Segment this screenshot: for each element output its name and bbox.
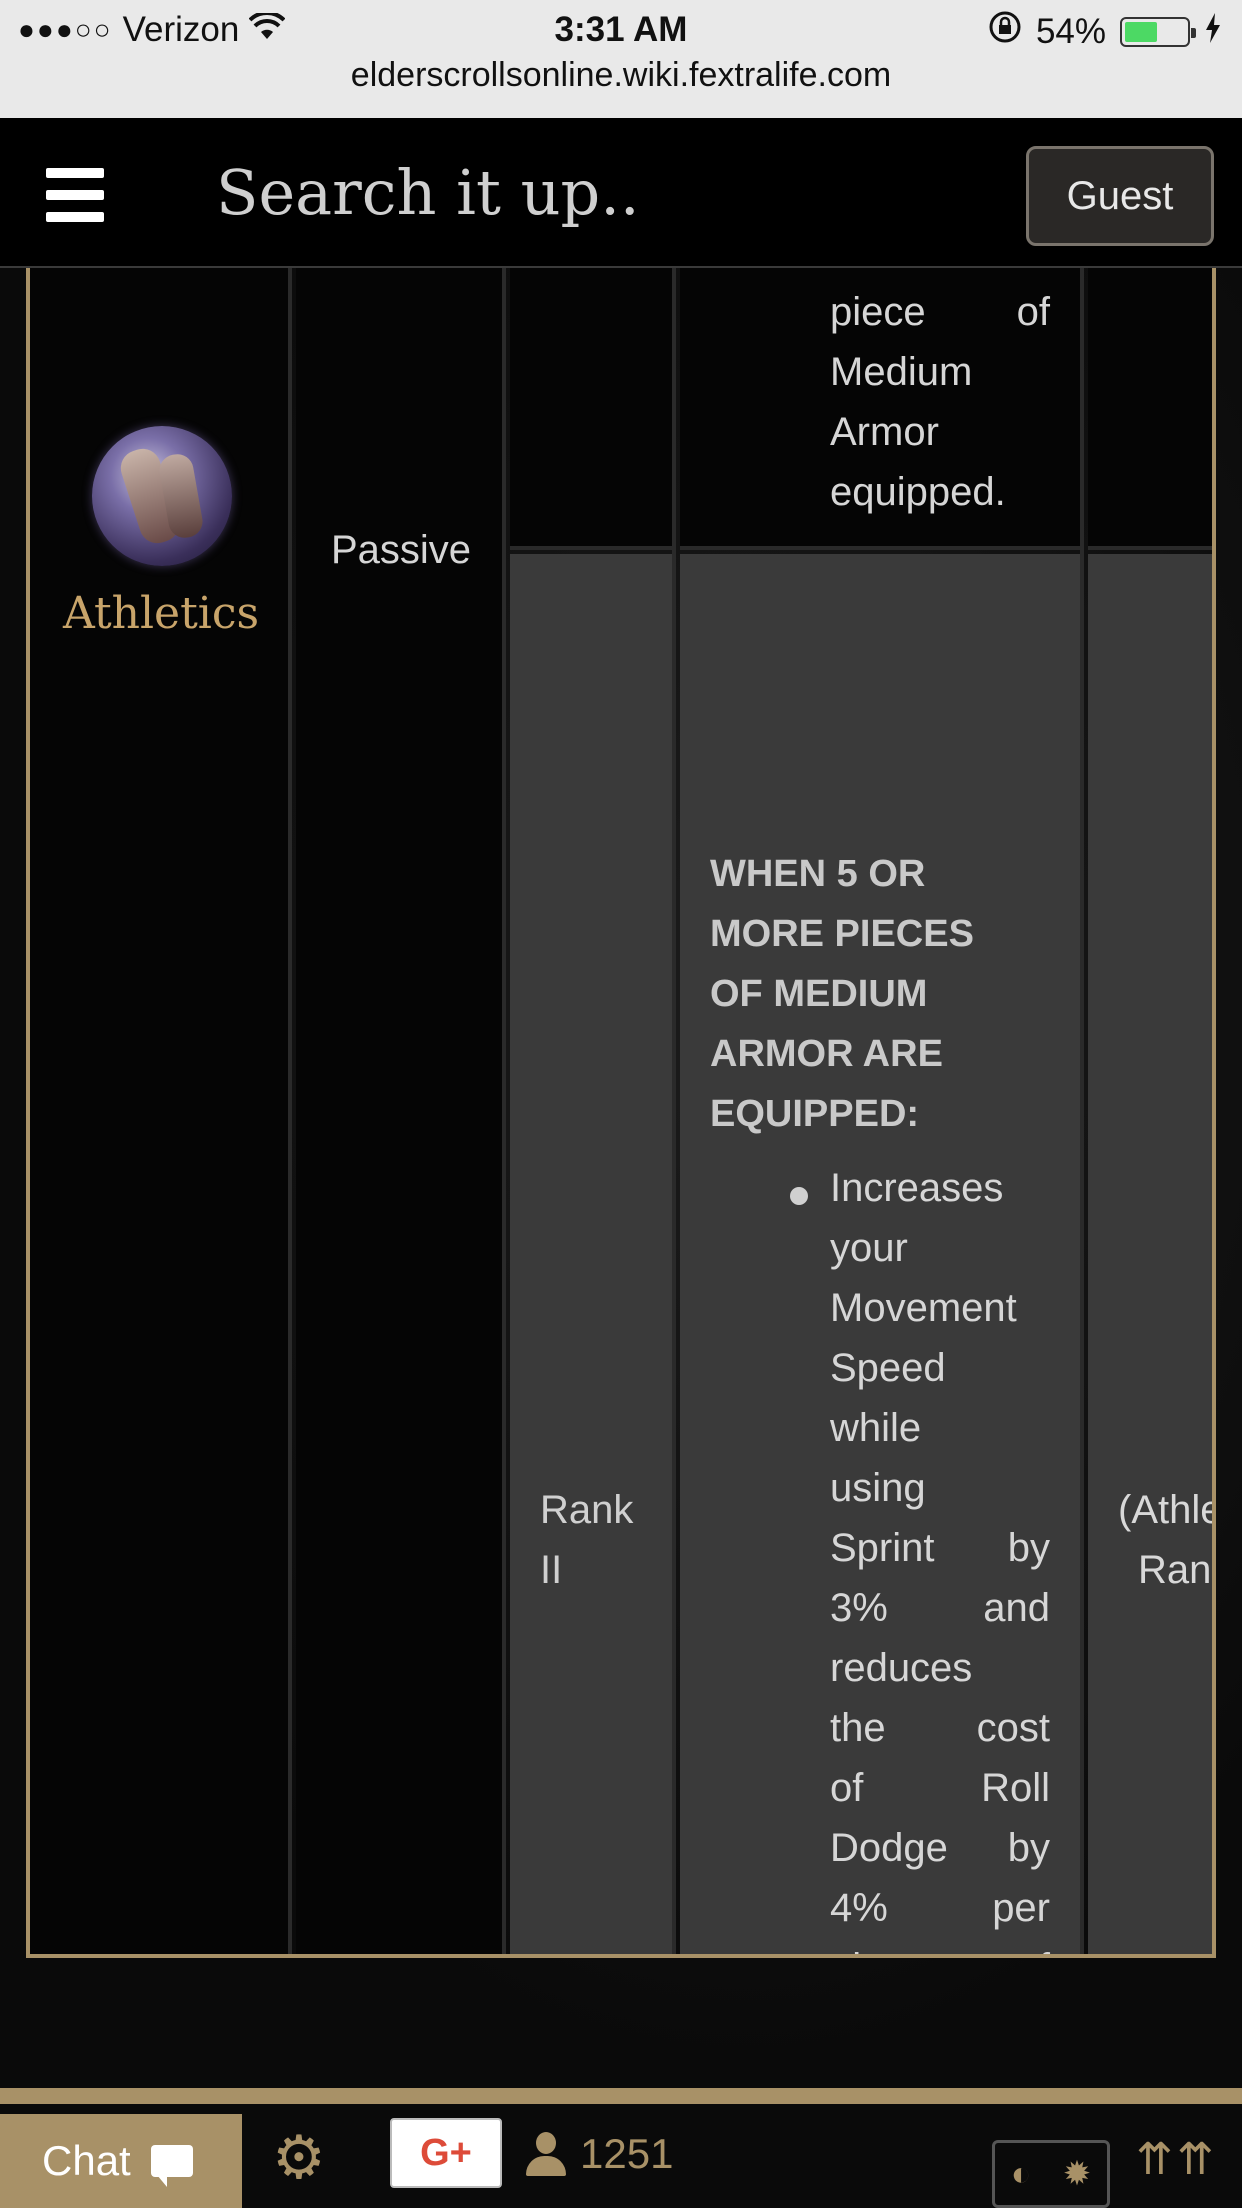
bullet-word: and xyxy=(983,1586,1050,1630)
bullet-line: reduces xyxy=(830,1638,1050,1698)
hamburger-menu-icon[interactable] xyxy=(46,168,104,222)
bullet-word: Sprint xyxy=(830,1526,935,1570)
online-users: 1251 xyxy=(526,2130,673,2178)
bullet-word: cost xyxy=(976,1706,1050,1750)
bullet-line: your xyxy=(830,1218,1050,1278)
site-header: Search it up.. Guest xyxy=(0,118,1242,268)
bullet-line: 4% per xyxy=(830,1878,1050,1938)
rotation-lock-icon xyxy=(988,10,1022,53)
heading-line: EQUIPPED: xyxy=(710,1093,920,1135)
chat-button[interactable]: Chat xyxy=(0,2114,242,2208)
requirement-line: (Athlet xyxy=(1118,1488,1212,1532)
bullet-word: reduces xyxy=(830,1646,973,1690)
bullet-word: Increases xyxy=(830,1166,1004,1210)
heading-line: MORE PIECES xyxy=(710,913,974,955)
description-heading: WHEN 5 OR MORE PIECES OF MEDIUM ARMOR AR… xyxy=(710,844,1040,1144)
skill-column: Athletics xyxy=(30,268,292,1954)
rank-column: Rank II xyxy=(510,268,676,1954)
bullet-word: 3% xyxy=(830,1586,888,1630)
description-cell-current: WHEN 5 OR MORE PIECES OF MEDIUM ARMOR AR… xyxy=(680,554,1080,1954)
heading-line: WHEN 5 OR xyxy=(710,853,926,895)
bullet-word: using xyxy=(830,1466,926,1510)
chat-bubble-icon xyxy=(150,2145,193,2187)
bullet-word: while xyxy=(830,1406,922,1450)
bullet-line: using xyxy=(830,1458,1050,1518)
bullet-word: by xyxy=(1007,1826,1050,1870)
rank-label: Rank II xyxy=(540,1480,633,1600)
bullet-line: of Roll xyxy=(830,1758,1050,1818)
heading-line: ARMOR ARE xyxy=(710,1033,943,1075)
scroll-to-top-icon[interactable]: ⇈⇈ xyxy=(1136,2134,1218,2185)
bullet-word: of xyxy=(830,1766,864,1810)
bullet-line: Increases xyxy=(830,1158,1050,1218)
bullet-word: of xyxy=(1017,1938,1050,1954)
bullet-line: Movement xyxy=(830,1278,1050,1338)
requirement-column: (Athlet Rank xyxy=(1088,268,1212,1954)
theme-toggle[interactable]: ◐ ✹ xyxy=(992,2140,1110,2208)
bullet-word: Roll xyxy=(981,1766,1050,1810)
bullet-word: Movement xyxy=(830,1286,1017,1330)
rank-label-line: Rank xyxy=(540,1488,634,1532)
gear-icon[interactable]: ⚙ xyxy=(272,2128,326,2188)
sun-icon[interactable]: ✹ xyxy=(1063,2154,1092,2194)
previous-rank-description: piece of Medium Armor equipped. xyxy=(830,282,1050,522)
chat-label: Chat xyxy=(42,2137,131,2184)
bullet-word: by xyxy=(1007,1526,1050,1570)
description-cell-previous: piece of Medium Armor equipped. xyxy=(680,268,1080,550)
bullet-word: Dodge xyxy=(830,1826,948,1870)
address-bar-url[interactable]: elderscrollsonline.wiki.fextralife.com xyxy=(0,56,1242,95)
desc-word: Armor xyxy=(830,410,939,454)
heading-line: OF MEDIUM xyxy=(710,973,928,1015)
bullet-line: while xyxy=(830,1398,1050,1458)
rank-cell-previous xyxy=(510,268,672,550)
battery-level-fill xyxy=(1125,21,1157,42)
bullet-word: the xyxy=(830,1706,886,1750)
bullet-line: 3% and xyxy=(830,1578,1050,1638)
bullet-word: piece xyxy=(830,1938,926,1954)
desc-word: piece xyxy=(830,290,926,334)
battery-cap xyxy=(1191,27,1196,38)
user-count: 1251 xyxy=(580,2130,674,2177)
desc-word: equipped. xyxy=(830,470,1006,514)
bullet-icon xyxy=(790,1187,808,1205)
battery-icon xyxy=(1120,16,1196,47)
ios-status-bar: ●●●○○ Verizon 3:31 AM 54% elderscrollson… xyxy=(0,0,1242,118)
bullet-description: Increases your Movement Speed while using Spri… xyxy=(830,1158,1050,1954)
skill-table: Athletics Passive Rank II piece of Medium… xyxy=(26,268,1216,1958)
status-row: ●●●○○ Verizon 3:31 AM 54% xyxy=(0,0,1242,62)
bullet-line: Dodge by xyxy=(830,1818,1050,1878)
bottom-divider xyxy=(0,2088,1242,2104)
desc-word: Medium xyxy=(830,350,973,394)
skill-type: Passive xyxy=(330,528,472,572)
bullet-line: the cost xyxy=(830,1698,1050,1758)
bullet-word: Speed xyxy=(830,1346,946,1390)
status-right: 54% xyxy=(988,10,1222,53)
requirement-cell-previous xyxy=(1088,268,1212,550)
battery-percent: 54% xyxy=(1035,11,1106,51)
description-column: piece of Medium Armor equipped. WHEN 5 OR… xyxy=(680,268,1084,1954)
bullet-line: piece of xyxy=(830,1938,1050,1954)
bullet-line: Sprint by xyxy=(830,1518,1050,1578)
rank-cell-current: Rank II xyxy=(510,554,672,1954)
bullet-word: your xyxy=(830,1226,908,1270)
guest-button[interactable]: Guest xyxy=(1026,146,1214,246)
desc-word: of xyxy=(1016,290,1050,334)
contrast-icon[interactable]: ◐ xyxy=(1011,2155,1032,2194)
type-column: Passive xyxy=(296,268,506,1954)
requirement-line: Rank xyxy=(1138,1548,1212,1592)
athletics-skill-icon xyxy=(92,426,232,566)
requirement-text: (Athlet Rank xyxy=(1118,1480,1212,1600)
charging-bolt-icon xyxy=(1204,12,1222,52)
skill-name[interactable]: Athletics xyxy=(30,588,292,639)
google-plus-button[interactable]: G+ xyxy=(390,2118,502,2188)
bullet-line: Speed xyxy=(830,1338,1050,1398)
user-icon xyxy=(526,2132,566,2176)
requirement-cell-current: (Athlet Rank xyxy=(1088,554,1212,1954)
rank-label-line: II xyxy=(540,1548,563,1592)
search-input[interactable]: Search it up.. xyxy=(216,156,640,229)
bullet-word: per xyxy=(992,1886,1050,1930)
bullet-word: 4% xyxy=(830,1886,888,1930)
